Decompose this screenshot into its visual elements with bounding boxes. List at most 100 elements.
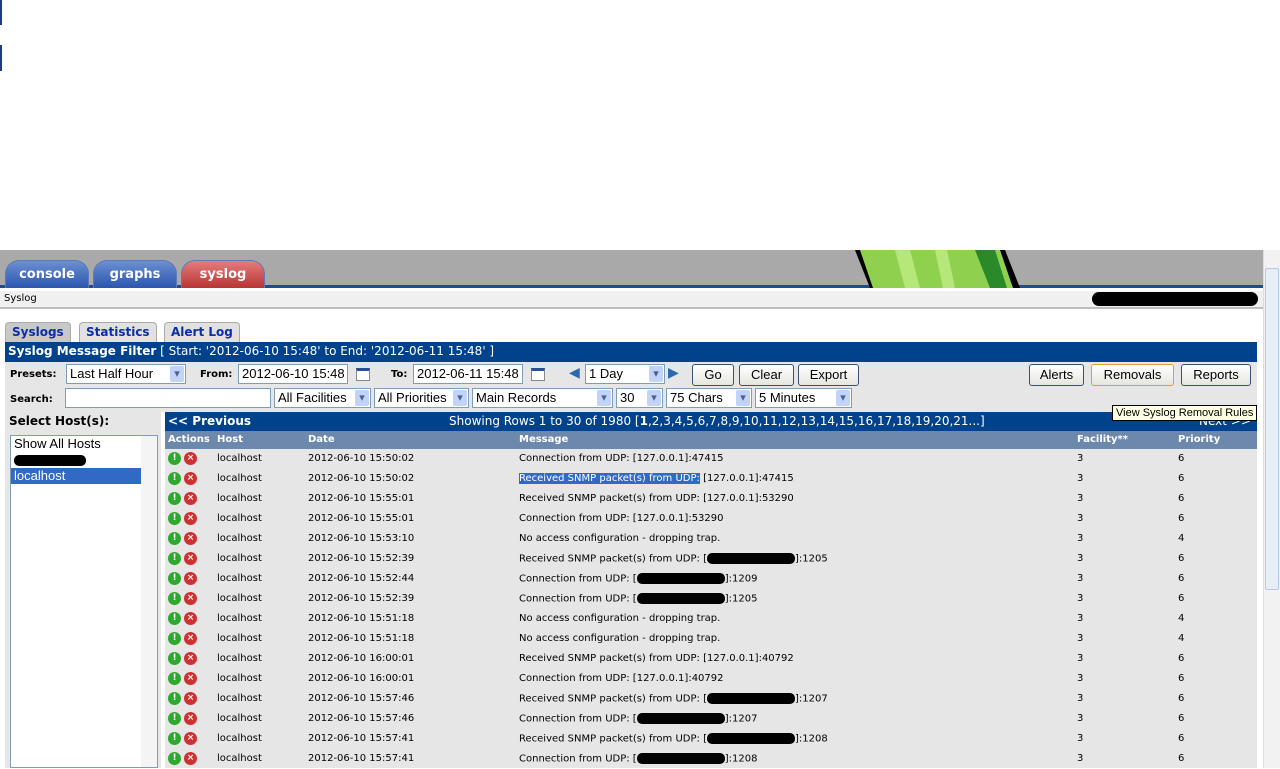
presets-select[interactable]: Last Half Hour bbox=[66, 364, 186, 384]
cell-date: 2012-06-10 15:57:41 bbox=[308, 753, 415, 764]
message-text: Received SNMP packet(s) from UDP: [127.0… bbox=[519, 653, 794, 664]
priority-select[interactable]: All Priorities bbox=[374, 388, 469, 408]
removals-button[interactable]: Removals bbox=[1091, 364, 1174, 386]
calendar-icon[interactable] bbox=[531, 368, 545, 381]
removal-rule-icon[interactable]: × bbox=[184, 532, 197, 545]
cell-facility: 3 bbox=[1077, 633, 1084, 644]
message-text: Connection from UDP: [ bbox=[519, 573, 637, 585]
host-option-redacted[interactable] bbox=[11, 452, 157, 468]
from-input[interactable]: 2012-06-10 15:48 bbox=[238, 364, 348, 384]
removal-rule-icon[interactable]: × bbox=[184, 632, 197, 645]
message-text: No access configuration - dropping trap. bbox=[519, 533, 721, 544]
removal-rule-icon[interactable]: × bbox=[184, 472, 197, 485]
export-button[interactable]: Export bbox=[798, 364, 859, 386]
removal-rule-icon[interactable]: × bbox=[184, 612, 197, 625]
host-list[interactable]: Show All Hosts localhost bbox=[10, 435, 158, 768]
removal-rule-icon[interactable]: × bbox=[184, 452, 197, 465]
rows-select[interactable]: 30 bbox=[616, 388, 663, 408]
host-list-scrollbar[interactable] bbox=[141, 436, 157, 767]
scrollbar-thumb[interactable] bbox=[1265, 268, 1279, 590]
alert-rule-icon[interactable]: ! bbox=[168, 712, 181, 725]
alert-rule-icon[interactable]: ! bbox=[168, 552, 181, 565]
alert-rule-icon[interactable]: ! bbox=[168, 612, 181, 625]
alert-rule-icon[interactable]: ! bbox=[168, 452, 181, 465]
arrow-right-icon[interactable]: ▶ bbox=[668, 365, 679, 381]
cell-priority: 6 bbox=[1178, 713, 1185, 724]
presets-label: Presets: bbox=[10, 369, 57, 380]
alert-rule-icon[interactable]: ! bbox=[168, 532, 181, 545]
go-button[interactable]: Go bbox=[692, 364, 734, 386]
reports-button[interactable]: Reports bbox=[1181, 364, 1251, 386]
to-label: To: bbox=[391, 369, 408, 380]
clear-button[interactable]: Clear bbox=[739, 364, 794, 386]
cell-date: 2012-06-10 15:52:39 bbox=[308, 593, 415, 604]
facility-select[interactable]: All Facilities bbox=[274, 388, 371, 408]
records-select[interactable]: Main Records bbox=[472, 388, 613, 408]
alert-rule-icon[interactable]: ! bbox=[168, 732, 181, 745]
removal-rule-icon[interactable]: × bbox=[184, 652, 197, 665]
alert-rule-icon[interactable]: ! bbox=[168, 472, 181, 485]
alert-rule-icon[interactable]: ! bbox=[168, 652, 181, 665]
cell-host: localhost bbox=[217, 753, 262, 764]
removal-rule-icon[interactable]: × bbox=[184, 712, 197, 725]
removal-rule-icon[interactable]: × bbox=[184, 592, 197, 605]
col-host[interactable]: Host bbox=[217, 434, 243, 445]
table-row: ! × localhost 2012-06-10 15:52:39 Receive… bbox=[165, 549, 1257, 569]
subtab-syslogs[interactable]: Syslogs bbox=[5, 322, 71, 342]
cell-priority: 4 bbox=[1178, 633, 1185, 644]
message-port: ]:1205 bbox=[794, 553, 828, 565]
refresh-select[interactable]: 5 Minutes bbox=[755, 388, 852, 408]
subtab-statistics[interactable]: Statistics bbox=[79, 322, 157, 342]
cell-message: Received SNMP packet(s) from UDP: []:120… bbox=[519, 553, 828, 565]
col-message[interactable]: Message bbox=[519, 434, 568, 445]
message-port: ]:1209 bbox=[724, 573, 758, 585]
tab-syslog[interactable]: syslog bbox=[181, 260, 265, 288]
alert-rule-icon[interactable]: ! bbox=[168, 752, 181, 765]
page-links[interactable]: ,2,3,4,5,6,7,8,9,10,11,12,13,14,15,16,17… bbox=[648, 414, 985, 428]
subtab-alert-log[interactable]: Alert Log bbox=[164, 322, 240, 342]
previous-link[interactable]: << Previous bbox=[168, 414, 251, 428]
removal-rule-icon[interactable]: × bbox=[184, 732, 197, 745]
cell-facility: 3 bbox=[1077, 653, 1084, 664]
alert-rule-icon[interactable]: ! bbox=[168, 512, 181, 525]
chars-select[interactable]: 75 Chars bbox=[666, 388, 752, 408]
host-option-all[interactable]: Show All Hosts bbox=[11, 436, 157, 452]
to-input[interactable]: 2012-06-11 15:48 bbox=[413, 364, 523, 384]
cell-message: Received SNMP packet(s) from UDP: [127.0… bbox=[519, 473, 794, 484]
calendar-icon[interactable] bbox=[356, 368, 370, 381]
alert-rule-icon[interactable]: ! bbox=[168, 692, 181, 705]
alert-rule-icon[interactable]: ! bbox=[168, 632, 181, 645]
col-facility[interactable]: Facility** bbox=[1077, 434, 1128, 445]
tab-graphs[interactable]: graphs bbox=[93, 260, 177, 288]
col-date[interactable]: Date bbox=[308, 434, 335, 445]
host-option-localhost[interactable]: localhost bbox=[11, 468, 141, 484]
table-row: ! × localhost 2012-06-10 15:55:01 Receive… bbox=[165, 489, 1257, 509]
alert-rule-icon[interactable]: ! bbox=[168, 572, 181, 585]
removal-rule-icon[interactable]: × bbox=[184, 692, 197, 705]
alerts-button[interactable]: Alerts bbox=[1029, 364, 1084, 386]
removal-rule-icon[interactable]: × bbox=[184, 492, 197, 505]
cell-date: 2012-06-10 16:00:01 bbox=[308, 653, 415, 664]
cell-facility: 3 bbox=[1077, 473, 1084, 484]
arrow-left-icon[interactable]: ◀ bbox=[569, 365, 580, 381]
cell-message: No access configuration - dropping trap. bbox=[519, 613, 720, 624]
removal-rule-icon[interactable]: × bbox=[184, 752, 197, 765]
removal-rule-icon[interactable]: × bbox=[184, 572, 197, 585]
cell-date: 2012-06-10 15:53:10 bbox=[308, 533, 415, 544]
table-row: ! × localhost 2012-06-10 15:57:46 Receive… bbox=[165, 689, 1257, 709]
removal-rule-icon[interactable]: × bbox=[184, 552, 197, 565]
message-text: Received SNMP packet(s) from UDP: [ bbox=[519, 733, 707, 745]
cacti-logo bbox=[855, 250, 1020, 288]
filter-panel: Presets: Last Half Hour From: 2012-06-10… bbox=[5, 362, 1257, 412]
col-priority[interactable]: Priority bbox=[1178, 434, 1220, 445]
alert-rule-icon[interactable]: ! bbox=[168, 672, 181, 685]
tab-console[interactable]: console bbox=[5, 260, 89, 288]
timespan-select[interactable]: 1 Day bbox=[585, 364, 665, 384]
cell-message: Connection from UDP: [127.0.0.1]:47415 bbox=[519, 453, 724, 464]
search-input[interactable] bbox=[65, 388, 271, 408]
removal-rule-icon[interactable]: × bbox=[184, 672, 197, 685]
alert-rule-icon[interactable]: ! bbox=[168, 592, 181, 605]
message-text: Connection from UDP: [127.0.0.1]:53290 bbox=[519, 513, 724, 524]
removal-rule-icon[interactable]: × bbox=[184, 512, 197, 525]
alert-rule-icon[interactable]: ! bbox=[168, 492, 181, 505]
